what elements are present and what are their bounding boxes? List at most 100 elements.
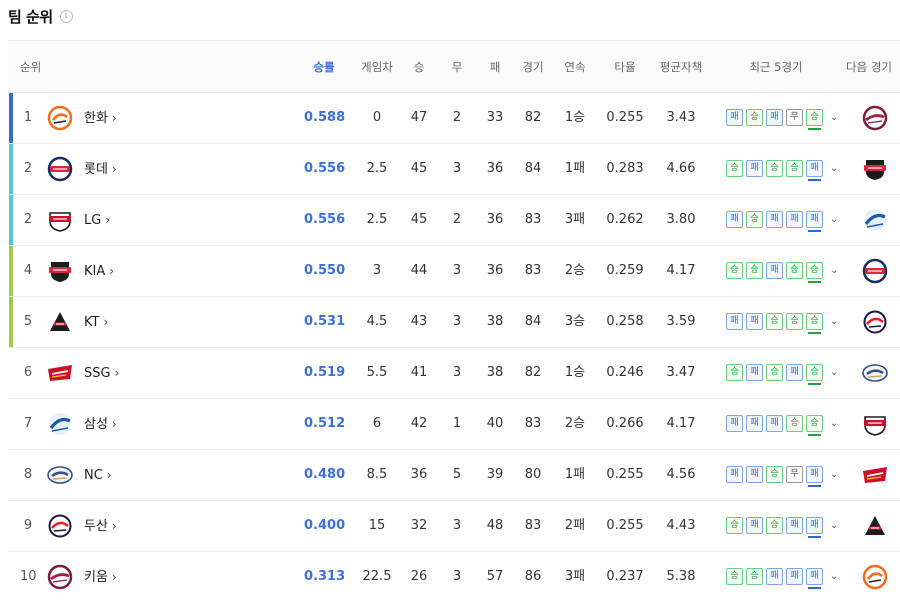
draws-cell: 5 [452, 467, 462, 482]
table-row[interactable]: 1 0.588 0 47 2 33 82 1승 0.255 3.43 한화 › 패 승 패 무 승 ⌄ [8, 93, 900, 144]
team-logo-bears [46, 513, 74, 539]
result-badge: 승 [766, 364, 783, 381]
result-badge: 패 [746, 517, 763, 534]
col-losses[interactable]: 패 [480, 41, 510, 93]
table-row[interactable]: 2 0.556 2.5 45 2 36 83 3패 0.262 3.80 LG › 패 승 패 패 패 ⌄ [8, 195, 900, 246]
team-logo-landers [46, 360, 74, 386]
col-games-behind[interactable]: 게임차 [354, 41, 400, 93]
result-badge: 패 [746, 415, 763, 432]
rank-cell: 2 [23, 161, 33, 176]
team-link[interactable]: KT › [84, 297, 108, 347]
chevron-down-icon[interactable]: ⌄ [830, 450, 838, 500]
era-cell: 4.66 [666, 161, 696, 176]
next-opponent-logo-eagles[interactable] [860, 564, 890, 590]
next-opponent-logo-dinos[interactable] [860, 360, 890, 386]
wins-cell: 41 [410, 365, 428, 380]
next-opponent-logo-landers[interactable] [860, 462, 890, 488]
page-header: 팀 순위 i [8, 4, 73, 28]
next-opponent-logo-twins[interactable] [860, 411, 890, 437]
col-streak[interactable]: 연속 [556, 41, 594, 93]
games-cell: 84 [524, 161, 542, 176]
losses-cell: 39 [486, 467, 504, 482]
next-opponent-logo-wiz[interactable] [860, 513, 890, 539]
chevron-down-icon[interactable]: ⌄ [830, 144, 838, 194]
table-row[interactable]: 7 0.512 6 42 1 40 83 2승 0.266 4.17 삼성 › 패 패 패 승 승 ⌄ [8, 399, 900, 450]
team-link[interactable]: 삼성 › [84, 399, 117, 449]
team-link[interactable]: LG › [84, 195, 110, 245]
result-badge: 패 [786, 568, 803, 585]
team-link[interactable]: 키움 › [84, 552, 117, 602]
games-cell: 83 [524, 518, 542, 533]
batting-avg-cell: 0.255 [606, 110, 644, 125]
win-pct-cell: 0.519 [304, 365, 346, 380]
col-era[interactable]: 평균자책 [654, 41, 708, 93]
team-name: KT [84, 315, 100, 330]
result-badge: 패 [746, 364, 763, 381]
result-badge: 패 [726, 109, 743, 126]
rank-bar [9, 144, 13, 194]
team-name: 한화 [84, 111, 108, 126]
col-rank: 순위 [20, 60, 42, 74]
losses-cell: 36 [486, 212, 504, 227]
team-link[interactable]: NC › [84, 450, 112, 500]
col-wins[interactable]: 승 [404, 41, 434, 93]
games-cell: 82 [524, 365, 542, 380]
table-row[interactable]: 10 0.313 22.5 26 3 57 86 3패 0.237 5.38 키움 › 승 승 패 패 패 ⌄ [8, 552, 900, 602]
col-batting-avg[interactable]: 타율 [605, 41, 645, 93]
chevron-down-icon[interactable]: ⌄ [830, 297, 838, 347]
team-link[interactable]: 두산 › [84, 501, 117, 551]
win-pct-cell: 0.512 [304, 416, 346, 431]
table-row[interactable]: 2 0.556 2.5 45 3 36 84 1패 0.283 4.66 롯데 › 승 패 승 승 패 ⌄ [8, 144, 900, 195]
col-win-pct[interactable]: 승률 [304, 41, 344, 93]
table-row[interactable]: 9 0.400 15 32 3 48 83 2패 0.255 4.43 두산 › 승 패 승 패 패 ⌄ [8, 501, 900, 552]
result-badge: 무 [786, 109, 803, 126]
team-link[interactable]: 한화 › [84, 93, 117, 143]
chevron-down-icon[interactable]: ⌄ [830, 348, 838, 398]
rank-bar [9, 297, 13, 347]
col-draws[interactable]: 무 [442, 41, 472, 93]
team-link[interactable]: 롯데 › [84, 144, 117, 194]
chevron-down-icon[interactable]: ⌄ [830, 552, 838, 602]
team-name: LG [84, 213, 102, 228]
win-pct-cell: 0.556 [304, 161, 346, 176]
result-badge: 패 [746, 466, 763, 483]
table-row[interactable]: 4 0.550 3 44 3 36 83 2승 0.259 4.17 KIA › 승 승 패 승 승 ⌄ [8, 246, 900, 297]
streak-cell: 3승 [564, 314, 586, 329]
chevron-down-icon[interactable]: ⌄ [830, 93, 838, 143]
win-pct-cell: 0.550 [304, 263, 346, 278]
rank-cell: 4 [23, 263, 33, 278]
col-games[interactable]: 경기 [516, 41, 550, 93]
draws-cell: 3 [452, 365, 462, 380]
next-opponent-logo-heroes[interactable] [860, 105, 890, 131]
chevron-down-icon[interactable]: ⌄ [830, 246, 838, 296]
rank-bar [9, 246, 13, 296]
result-badge: 승 [766, 160, 783, 177]
table-row[interactable]: 5 0.531 4.5 43 3 38 84 3승 0.258 3.59 KT › 패 패 승 승 승 ⌄ [8, 297, 900, 348]
next-opponent-logo-lions[interactable] [860, 207, 890, 233]
team-name: KIA [84, 264, 106, 279]
win-pct-cell: 0.400 [304, 518, 346, 533]
games-cell: 84 [524, 314, 542, 329]
table-row[interactable]: 8 0.480 8.5 36 5 39 80 1패 0.255 4.56 NC › 패 패 승 무 패 ⌄ [8, 450, 900, 501]
team-link[interactable]: KIA › [84, 246, 114, 296]
chevron-down-icon[interactable]: ⌄ [830, 195, 838, 245]
losses-cell: 57 [486, 569, 504, 584]
streak-cell: 1승 [564, 365, 586, 380]
next-opponent-logo-tigers[interactable] [860, 156, 890, 182]
result-badge: 승 [746, 262, 763, 279]
recent-results: 패패패승승 [726, 415, 823, 436]
chevron-down-icon[interactable]: ⌄ [830, 399, 838, 449]
result-badge: 승 [766, 466, 783, 483]
info-icon[interactable]: i [59, 9, 73, 23]
table-row[interactable]: 6 0.519 5.5 41 3 38 82 1승 0.246 3.47 SSG › 승 패 승 패 승 ⌄ [8, 348, 900, 399]
chevron-right-icon: › [114, 366, 120, 380]
next-opponent-logo-bears[interactable] [860, 309, 890, 335]
win-pct-cell: 0.313 [304, 569, 346, 584]
batting-avg-cell: 0.266 [606, 416, 644, 431]
next-opponent-logo-giants[interactable] [860, 258, 890, 284]
team-logo-giants [46, 156, 74, 182]
chevron-down-icon[interactable]: ⌄ [830, 501, 838, 551]
team-link[interactable]: SSG › [84, 348, 119, 398]
streak-cell: 3패 [564, 212, 586, 227]
result-badge: 승 [726, 568, 743, 585]
